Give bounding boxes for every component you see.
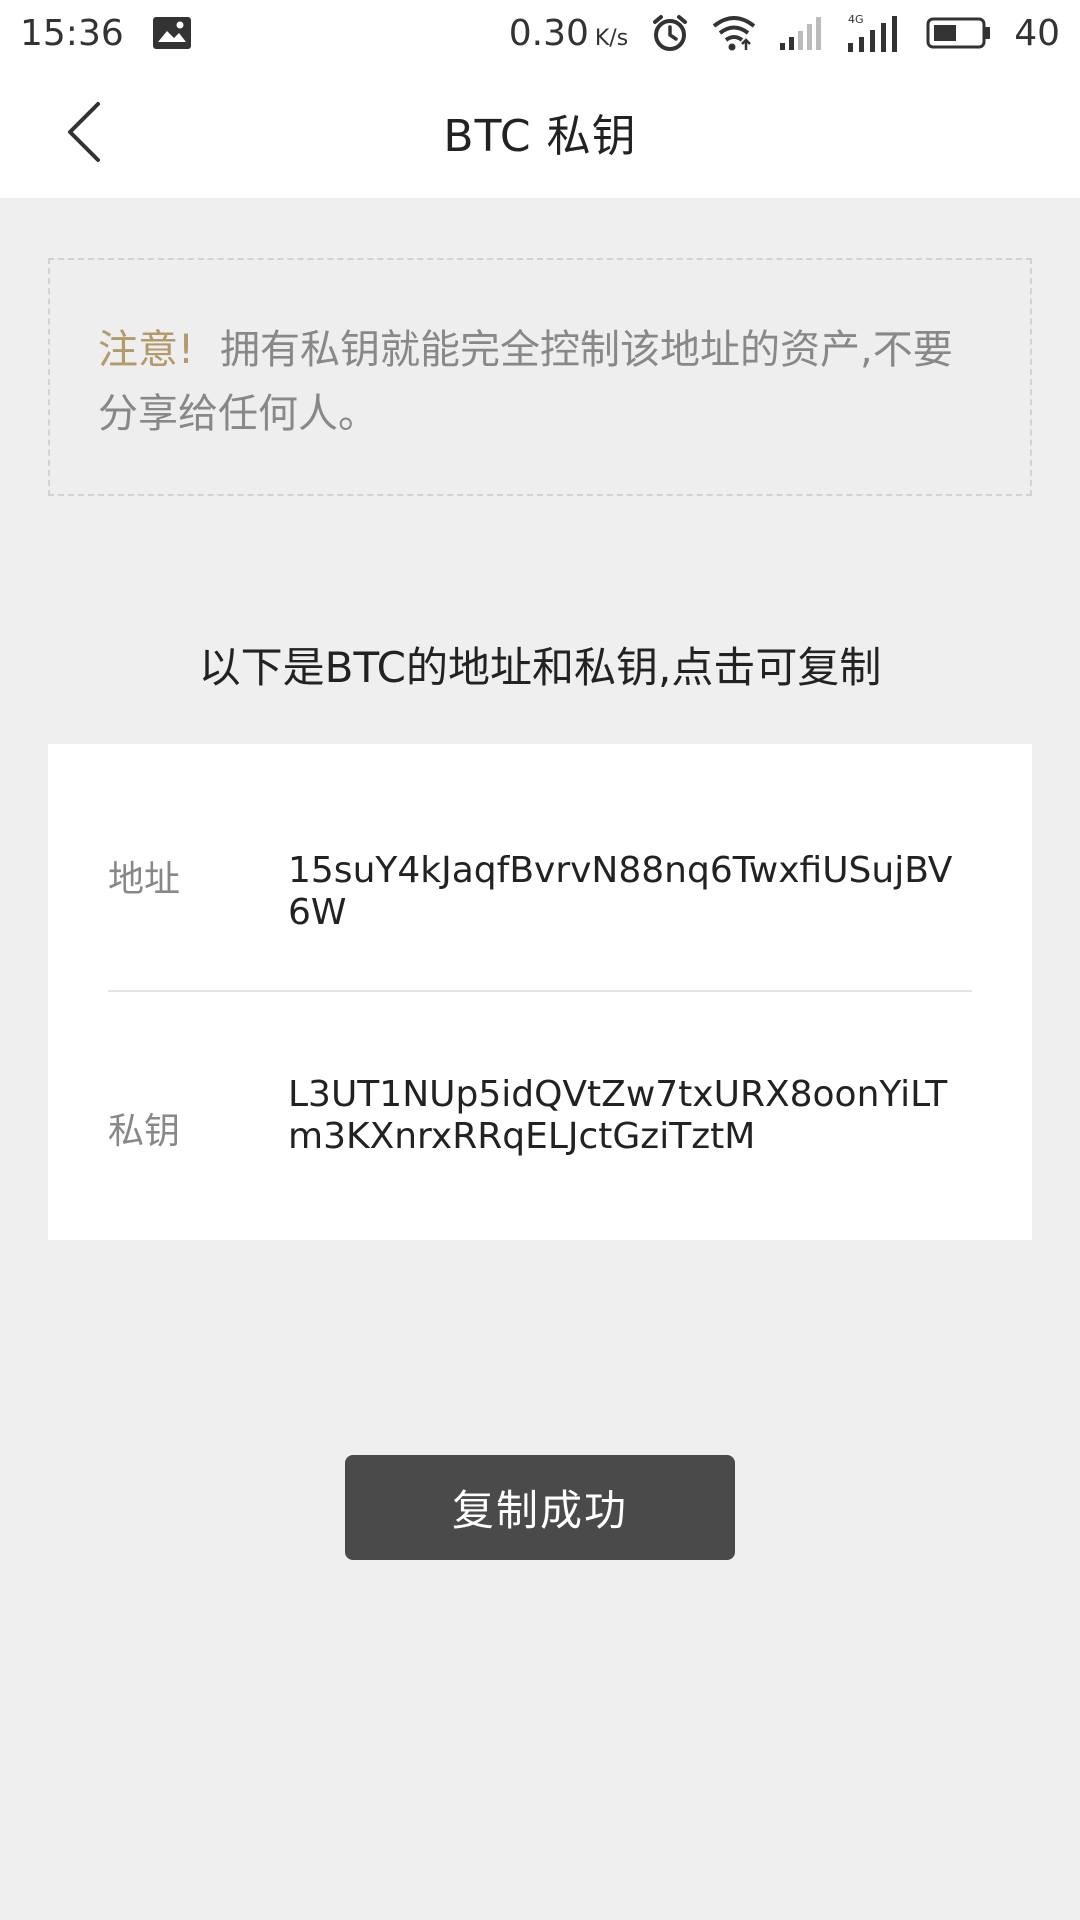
network-type-label: 4G <box>848 13 864 26</box>
address-label: 地址 <box>108 859 181 900</box>
battery-icon <box>926 16 992 50</box>
notice-warning-label: 注意! <box>98 327 195 373</box>
address-value[interactable]: 15suY4kJaqfBvrvN88nq6TwxfiUSujBV6W <box>288 850 972 934</box>
network-speed: 0.30 K/s <box>509 13 628 54</box>
status-bar: 15:36 0.30 K/s 4G 40 <box>0 0 1080 66</box>
back-button[interactable] <box>52 100 116 164</box>
key-card: 地址 15suY4kJaqfBvrvN88nq6TwxfiUSujBV6W 私钥… <box>48 744 1032 1240</box>
copy-instruction: 以下是BTC的地址和私钥,点击可复制 <box>198 643 882 692</box>
status-time: 15:36 <box>20 12 124 54</box>
notice-message: 拥有私钥就能完全控制该地址的资产,不要分享给任何人。 <box>98 327 953 437</box>
private-key-label: 私钥 <box>108 1111 181 1152</box>
alarm-icon <box>650 13 690 53</box>
address-row[interactable]: 地址 15suY4kJaqfBvrvN88nq6TwxfiUSujBV6W <box>108 844 972 933</box>
network-speed-value: 0.30 <box>508 12 589 54</box>
signal-4g-icon: 4G <box>846 13 904 53</box>
divider <box>108 990 972 992</box>
wifi-icon <box>712 14 756 52</box>
battery-percent: 40 <box>1014 12 1060 54</box>
navigation-bar: BTC 私钥 <box>0 66 1080 198</box>
copy-success-toast: 复制成功 <box>345 1455 735 1560</box>
image-notification-icon <box>152 16 192 50</box>
signal-sim1-icon <box>778 15 824 51</box>
chevron-left-icon <box>68 102 100 162</box>
private-key-value[interactable]: L3UT1NUp5idQVtZw7txURX8oonYiLTm3KXnrxRRq… <box>288 1074 972 1158</box>
network-speed-unit: K/s <box>594 25 629 51</box>
security-notice: 注意! 拥有私钥就能完全控制该地址的资产,不要分享给任何人。 <box>48 258 1032 496</box>
page-title: BTC 私钥 <box>443 111 637 162</box>
private-key-row[interactable]: 私钥 L3UT1NUp5idQVtZw7txURX8oonYiLTm3KXnrx… <box>108 1074 972 1194</box>
